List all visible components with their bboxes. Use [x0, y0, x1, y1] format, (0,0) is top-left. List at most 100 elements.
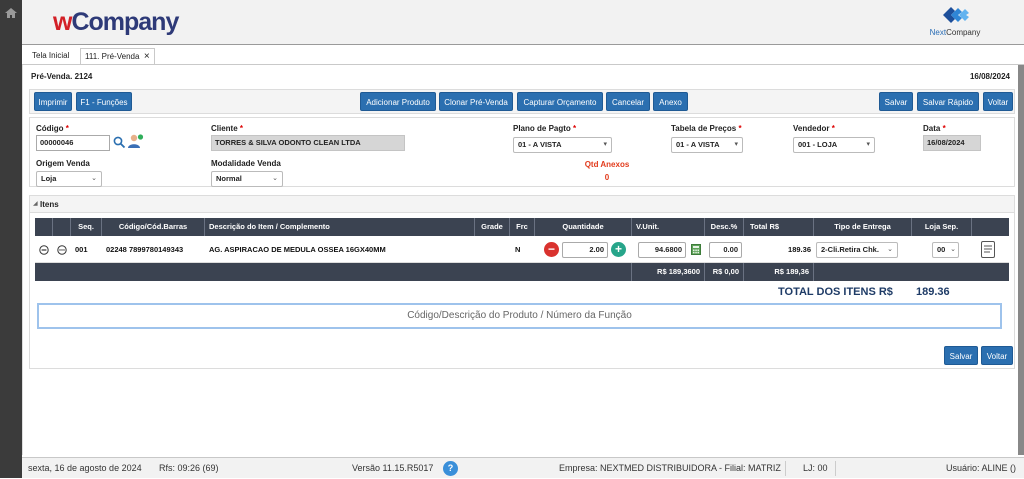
page-date: 16/08/2024	[969, 72, 1010, 81]
header-form: Código * 00000046 Cliente * TORRES & SIL…	[29, 117, 1015, 187]
page-title: Pré-Venda. 2124	[31, 72, 93, 81]
nextcompany-mark-icon	[943, 7, 969, 23]
top-bar: wCompany NextCompany	[22, 0, 1024, 45]
salvar-bottom-button[interactable]: Salvar	[944, 346, 978, 365]
origem-venda-select[interactable]: Loja ⌄	[36, 171, 102, 187]
tabela-precos-label: Tabela de Preços *	[671, 124, 742, 133]
col-descricao: Descrição do Item / Complemento	[205, 218, 475, 236]
side-navigation	[0, 0, 22, 478]
status-bar: sexta, 16 de agosto de 2024 Rfs: 09:26 (…	[22, 457, 1024, 478]
collapse-icon[interactable]: ◢	[33, 200, 38, 207]
vendedor-select[interactable]: 001 - LOJA ▾	[793, 137, 875, 153]
salvar-rapido-button[interactable]: Salvar Rápido	[917, 92, 979, 111]
notes-icon[interactable]	[981, 241, 995, 258]
col-vunit: V.Unit.	[632, 218, 705, 236]
chevron-down-icon: ⌄	[950, 246, 956, 253]
loja-sep-select[interactable]: 00 ⌄	[932, 242, 959, 258]
modalidade-venda-label: Modalidade Venda	[211, 159, 281, 168]
codigo-label: Código *	[36, 124, 69, 133]
col-total: Total R$	[744, 218, 814, 236]
col-frc: Frc	[510, 218, 535, 236]
main-content: Pré-Venda. 2124 16/08/2024 Imprimir F1 -…	[22, 65, 1024, 455]
voltar-bottom-button[interactable]: Voltar	[981, 346, 1013, 365]
status-lj: LJ: 00	[803, 463, 828, 473]
cliente-label: Cliente *	[211, 124, 244, 133]
quantity-field[interactable]: 2.00	[562, 242, 608, 258]
vendedor-label: Vendedor *	[793, 124, 835, 133]
chevron-down-icon: ⌄	[91, 175, 97, 182]
qtd-anexos-value: 0	[604, 173, 610, 182]
data-field[interactable]: 16/08/2024	[923, 135, 981, 151]
nextcompany-logo: NextCompany	[920, 4, 990, 42]
status-date: sexta, 16 de agosto de 2024	[28, 463, 142, 473]
calculator-icon[interactable]	[691, 244, 701, 255]
imprimir-button[interactable]: Imprimir	[34, 92, 72, 111]
cancelar-button[interactable]: Cancelar	[606, 92, 650, 111]
funcoes-button[interactable]: F1 - Funções	[76, 92, 132, 111]
col-seq: Seq.	[71, 218, 102, 236]
chevron-down-icon: ⌄	[272, 175, 278, 182]
chevron-down-icon: ▾	[734, 141, 738, 148]
data-label: Data *	[923, 124, 946, 133]
items-grid-header: Seq. Código/Cód.Barras Descrição do Item…	[35, 218, 1009, 236]
chevron-down-icon: ▾	[603, 141, 607, 148]
item-descricao: AG. ASPIRACAO DE MEDULA OSSEA 16GX40MM	[209, 245, 386, 254]
plano-pagto-label: Plano de Pagto *	[513, 124, 577, 133]
tab-pre-venda[interactable]: 111. Pré-Venda ×	[80, 48, 155, 64]
company-logo: wCompany	[53, 8, 179, 36]
item-frc: N	[515, 245, 521, 254]
col-tipo-entrega: Tipo de Entrega	[814, 218, 912, 236]
total-itens-label: TOTAL DOS ITENS R$	[778, 286, 893, 298]
more-options-icon[interactable]	[57, 245, 67, 255]
capturar-orcamento-button[interactable]: Capturar Orçamento	[517, 92, 603, 111]
close-tab-icon[interactable]: ×	[144, 51, 150, 62]
col-grade: Grade	[475, 218, 510, 236]
desconto-field[interactable]: 0.00	[709, 242, 742, 258]
total-total: R$ 189,36	[744, 263, 814, 281]
tab-bar: Tela Inicial 111. Pré-Venda ×	[22, 48, 1024, 64]
search-icon[interactable]	[113, 136, 126, 149]
status-empresa: Empresa: NEXTMED DISTRIBUIDORA - Filial:…	[559, 463, 781, 473]
increase-quantity-icon[interactable]: +	[611, 242, 626, 257]
col-quantidade: Quantidade	[535, 218, 632, 236]
qtd-anexos-label: Qtd Anexos	[584, 160, 630, 169]
total-itens-value: 189.36	[916, 286, 950, 298]
chevron-down-icon: ⌄	[887, 246, 893, 253]
remove-item-icon[interactable]	[39, 245, 49, 255]
decrease-quantity-icon[interactable]: −	[544, 242, 559, 257]
help-icon[interactable]: ?	[443, 461, 458, 476]
home-icon[interactable]	[4, 7, 18, 19]
anexo-button[interactable]: Anexo	[653, 92, 688, 111]
clonar-pre-venda-button[interactable]: Clonar Pré-Venda	[439, 92, 513, 111]
item-total: 189.36	[788, 245, 811, 254]
voltar-button[interactable]: Voltar	[983, 92, 1013, 111]
client-user-icon[interactable]	[127, 133, 144, 150]
salvar-button[interactable]: Salvar	[879, 92, 913, 111]
chevron-down-icon: ▾	[866, 141, 870, 148]
cliente-field[interactable]: TORRES & SILVA ODONTO CLEAN LTDA	[211, 135, 405, 151]
item-seq: 001	[75, 245, 88, 254]
status-rfs: Rfs: 09:26 (69)	[159, 463, 219, 473]
vunit-field[interactable]: 94.6800	[638, 242, 686, 258]
col-desc: Desc.%	[705, 218, 744, 236]
adicionar-produto-button[interactable]: Adicionar Produto	[360, 92, 436, 111]
itens-panel: ◢ Itens Seq. Código/Cód.Barras Descrição…	[29, 195, 1015, 369]
status-usuario: Usuário: ALINE ()	[946, 463, 1017, 473]
table-row[interactable]: 001 02248 7899780149343 AG. ASPIRACAO DE…	[35, 236, 1009, 263]
origem-venda-label: Origem Venda	[36, 159, 90, 168]
tipo-entrega-select[interactable]: 2-Cli.Retira Chk. ⌄	[816, 242, 898, 258]
total-vunit: R$ 189,3600	[632, 263, 705, 281]
item-codigo: 02248 7899780149343	[106, 245, 184, 254]
items-totals-row: R$ 189,3600 R$ 0,00 R$ 189,36	[35, 263, 1009, 281]
tab-tela-inicial[interactable]: Tela Inicial	[28, 48, 73, 64]
product-search-input[interactable]: Código/Descrição do Produto / Número da …	[37, 303, 1002, 329]
status-version: Versão 11.15.R5017	[352, 463, 434, 473]
toolbar: Imprimir F1 - Funções Adicionar Produto …	[29, 89, 1015, 114]
modalidade-venda-select[interactable]: Normal ⌄	[211, 171, 283, 187]
plano-pagto-select[interactable]: 01 - A VISTA ▾	[513, 137, 612, 153]
tabela-precos-select[interactable]: 01 - A VISTA ▾	[671, 137, 743, 153]
col-loja-sep: Loja Sep.	[912, 218, 972, 236]
total-desc: R$ 0,00	[705, 263, 744, 281]
itens-panel-header[interactable]: ◢ Itens	[30, 196, 1014, 213]
codigo-field[interactable]: 00000046	[36, 135, 110, 151]
